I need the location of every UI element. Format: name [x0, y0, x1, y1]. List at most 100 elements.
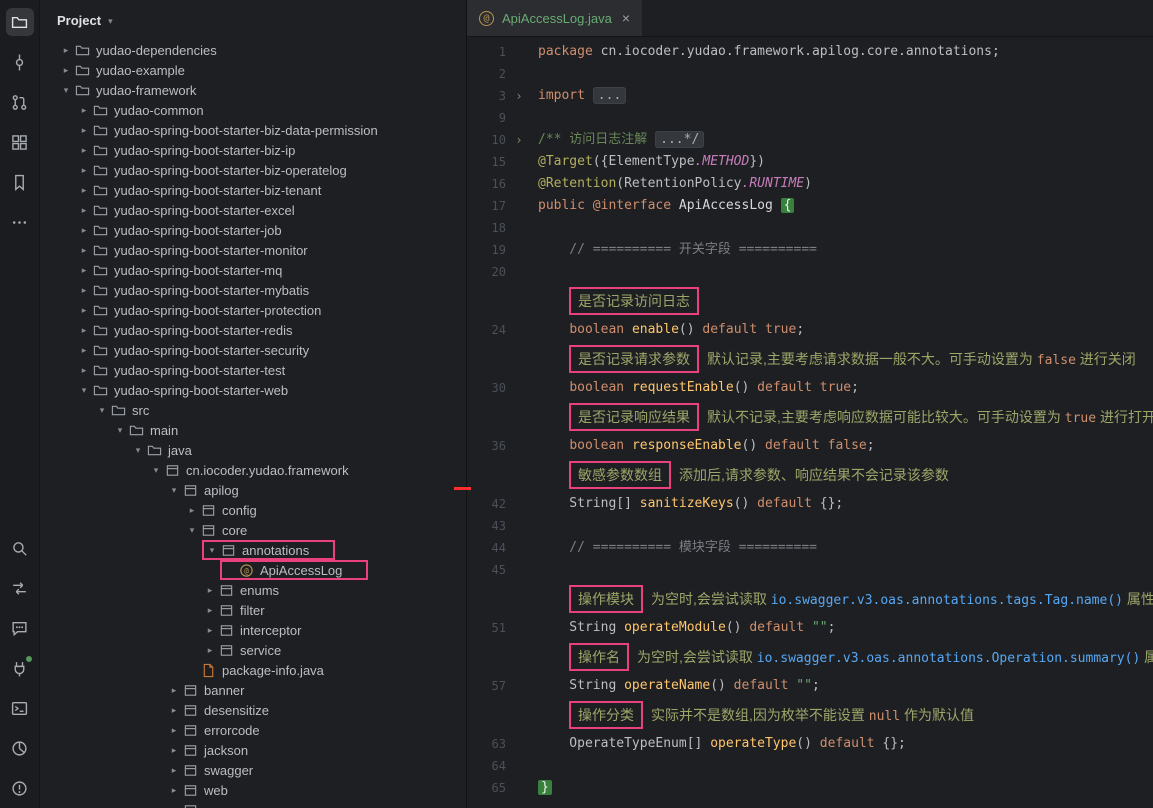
tree-item-cn-iocoder-yudao-framework[interactable]: ▾cn.iocoder.yudao.framework	[40, 460, 466, 480]
tree-item-yudao-spring-boot-starter-biz-data-permission[interactable]: ▸yudao-spring-boot-starter-biz-data-perm…	[40, 120, 466, 140]
line-number[interactable]: 64	[467, 755, 506, 777]
code-text[interactable]: }	[532, 777, 552, 799]
code-text[interactable]: // ========== 模块字段 ==========	[532, 537, 817, 559]
line-number[interactable]: 15	[467, 151, 506, 173]
code-text[interactable]	[532, 755, 538, 777]
tree-item-yudao-spring-boot-starter-excel[interactable]: ▸yudao-spring-boot-starter-excel	[40, 200, 466, 220]
tree-chevron-icon[interactable]: ▸	[76, 345, 92, 356]
tree-item-config[interactable]: ▸config	[40, 500, 466, 520]
line-number[interactable]: 42	[467, 493, 506, 515]
line-number[interactable]: 65	[467, 777, 506, 799]
services-icon[interactable]	[0, 648, 40, 688]
tree-item-yudao-spring-boot-starter-mybatis[interactable]: ▸yudao-spring-boot-starter-mybatis	[40, 280, 466, 300]
tree-item-yudao-spring-boot-starter-test[interactable]: ▸yudao-spring-boot-starter-test	[40, 360, 466, 380]
code-area[interactable]: 1 package cn.iocoder.yudao.framework.apil…	[467, 37, 1153, 808]
line-number[interactable]: 18	[467, 217, 506, 239]
tree-chevron-icon[interactable]: ▾	[148, 465, 164, 476]
code-text[interactable]: boolean responseEnable() default false;	[532, 435, 875, 457]
code-text[interactable]: String operateName() default "";	[532, 675, 820, 697]
tree-item-xss[interactable]: ▸xss	[40, 800, 466, 808]
tree-item-yudao-example[interactable]: ▸yudao-example	[40, 60, 466, 80]
tree-chevron-icon[interactable]: ▸	[58, 45, 74, 56]
line-number[interactable]: 36	[467, 435, 506, 457]
line-number[interactable]: 24	[467, 319, 506, 341]
code-text[interactable]: boolean enable() default true;	[532, 319, 804, 341]
line-number[interactable]: 19	[467, 239, 506, 261]
line-number[interactable]: 51	[467, 617, 506, 639]
line-number[interactable]: 1	[467, 41, 506, 63]
tree-chevron-icon[interactable]: ▸	[166, 705, 182, 716]
structure-icon[interactable]	[0, 122, 40, 162]
tree-chevron-icon[interactable]: ▸	[202, 585, 218, 596]
tree-chevron-icon[interactable]: ▾	[76, 385, 92, 396]
search-icon[interactable]	[0, 528, 40, 568]
tree-chevron-icon[interactable]: ▸	[76, 325, 92, 336]
tree-item-desensitize[interactable]: ▸desensitize	[40, 700, 466, 720]
code-text[interactable]: boolean requestEnable() default true;	[532, 377, 859, 399]
tree-item-src[interactable]: ▾src	[40, 400, 466, 420]
tree-chevron-icon[interactable]: ▸	[166, 805, 182, 808]
tree-chevron-icon[interactable]: ▸	[202, 605, 218, 616]
code-text[interactable]	[532, 217, 538, 239]
tree-chevron-icon[interactable]: ▾	[94, 405, 110, 416]
line-number[interactable]: 2	[467, 63, 506, 85]
tree-chevron-icon[interactable]: ▸	[166, 745, 182, 756]
tree-item-core[interactable]: ▾core	[40, 520, 466, 540]
tree-chevron-icon[interactable]: ▸	[166, 725, 182, 736]
tree-item-yudao-spring-boot-starter-redis[interactable]: ▸yudao-spring-boot-starter-redis	[40, 320, 466, 340]
code-text[interactable]: String[] sanitizeKeys() default {};	[532, 493, 843, 515]
code-text[interactable]: OperateTypeEnum[] operateType() default …	[532, 733, 906, 755]
tree-chevron-icon[interactable]: ▾	[58, 85, 74, 96]
tree-item-package-info-java[interactable]: package-info.java	[40, 660, 466, 680]
editor-tab-apiaccesslog[interactable]: @ ApiAccessLog.java ×	[467, 0, 642, 36]
code-text[interactable]	[532, 107, 538, 129]
commit-icon[interactable]	[0, 42, 40, 82]
tree-chevron-icon[interactable]: ▸	[76, 205, 92, 216]
line-number[interactable]: 3	[467, 85, 506, 107]
line-number[interactable]: 9	[467, 107, 506, 129]
tree-chevron-icon[interactable]: ▸	[76, 145, 92, 156]
chevron-down-icon[interactable]: ▾	[108, 14, 113, 27]
tree-chevron-icon[interactable]: ▸	[202, 645, 218, 656]
line-number[interactable]: 20	[467, 261, 506, 283]
tree-item-yudao-spring-boot-starter-web[interactable]: ▾yudao-spring-boot-starter-web	[40, 380, 466, 400]
tree-chevron-icon[interactable]: ▸	[76, 165, 92, 176]
terminal-icon[interactable]	[0, 688, 40, 728]
tree-item-yudao-spring-boot-starter-biz-ip[interactable]: ▸yudao-spring-boot-starter-biz-ip	[40, 140, 466, 160]
tree-item-apiaccesslog[interactable]: @ApiAccessLog	[40, 560, 466, 580]
bookmarks-icon[interactable]	[0, 162, 40, 202]
line-number[interactable]: 57	[467, 675, 506, 697]
code-text[interactable]: @Target({ElementType.METHOD})	[532, 151, 765, 173]
line-number[interactable]: 43	[467, 515, 506, 537]
project-icon[interactable]	[0, 2, 40, 42]
run-icon[interactable]	[0, 568, 40, 608]
code-text[interactable]: public @interface ApiAccessLog {	[532, 195, 794, 217]
tree-chevron-icon[interactable]: ▸	[76, 245, 92, 256]
tree-item-web[interactable]: ▸web	[40, 780, 466, 800]
tree-item-yudao-dependencies[interactable]: ▸yudao-dependencies	[40, 40, 466, 60]
tree-item-yudao-spring-boot-starter-job[interactable]: ▸yudao-spring-boot-starter-job	[40, 220, 466, 240]
code-text[interactable]	[532, 559, 538, 581]
code-text[interactable]	[532, 63, 538, 85]
fold-marker-icon[interactable]: ›	[506, 85, 532, 107]
tree-item-yudao-common[interactable]: ▸yudao-common	[40, 100, 466, 120]
code-text[interactable]: String operateModule() default "";	[532, 617, 835, 639]
tree-chevron-icon[interactable]: ▾	[112, 425, 128, 436]
tree-chevron-icon[interactable]: ▸	[76, 365, 92, 376]
line-number[interactable]: 30	[467, 377, 506, 399]
tree-item-annotations[interactable]: ▾annotations	[40, 540, 466, 560]
fold-marker-icon[interactable]: ›	[506, 129, 532, 151]
tree-item-banner[interactable]: ▸banner	[40, 680, 466, 700]
tree-item-jackson[interactable]: ▸jackson	[40, 740, 466, 760]
code-text[interactable]	[532, 515, 538, 537]
tree-chevron-icon[interactable]: ▸	[184, 505, 200, 516]
line-number[interactable]: 63	[467, 733, 506, 755]
tree-chevron-icon[interactable]: ▸	[76, 105, 92, 116]
tree-chevron-icon[interactable]: ▸	[76, 285, 92, 296]
tree-item-java[interactable]: ▾java	[40, 440, 466, 460]
tree-chevron-icon[interactable]: ▸	[76, 225, 92, 236]
tree-item-enums[interactable]: ▸enums	[40, 580, 466, 600]
tree-chevron-icon[interactable]: ▸	[76, 185, 92, 196]
code-text[interactable]: // ========== 开关字段 ==========	[532, 239, 817, 261]
code-text[interactable]: package cn.iocoder.yudao.framework.apilo…	[532, 41, 1000, 63]
